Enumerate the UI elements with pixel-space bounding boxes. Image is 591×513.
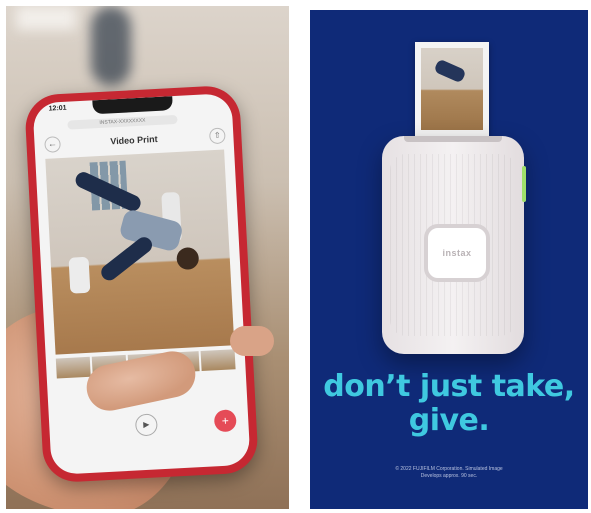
copyright: © 2022 FUJIFILM Corporation. Simulated I…	[310, 466, 588, 480]
background-person	[91, 6, 131, 86]
print-plus-icon[interactable]: +	[213, 409, 237, 433]
screen-title: Video Print	[110, 133, 158, 147]
device-label: INSTAX-XXXXXXXX	[67, 114, 178, 130]
tagline: don’t just take, give.	[310, 370, 588, 438]
instax-printer: instax	[382, 136, 526, 354]
instax-print	[415, 42, 489, 140]
tagline-line-1: don’t just take,	[323, 369, 575, 404]
dancer-legs-lower	[98, 233, 156, 284]
tagline-line-2: give.	[408, 403, 490, 438]
copyright-line-2: Develops approx. 90 sec.	[420, 473, 478, 479]
background-light	[16, 6, 76, 30]
printer-led	[522, 166, 526, 202]
printer-slot	[404, 136, 502, 142]
printer-button: instax	[424, 224, 490, 282]
video-preview[interactable]	[45, 149, 235, 355]
phone-photo-panel: 12:01 INSTAX-XXXXXXXX ← Video Print ⇧ ▶ …	[6, 6, 289, 509]
status-time: 12:01	[48, 104, 67, 113]
phone-screen: 12:01 INSTAX-XXXXXXXX ← Video Print ⇧ ▶ …	[32, 93, 251, 475]
dancer-head	[176, 246, 200, 271]
seated-person	[68, 256, 91, 294]
copyright-line-1: © 2022 FUJIFILM Corporation. Simulated I…	[395, 466, 503, 472]
print-photo	[421, 48, 483, 130]
finger	[230, 326, 274, 356]
smartphone: 12:01 INSTAX-XXXXXXXX ← Video Print ⇧ ▶ …	[23, 84, 260, 484]
phone-notch	[92, 96, 173, 115]
share-icon[interactable]: ⇧	[208, 127, 226, 145]
timeline-frame	[200, 349, 236, 371]
timeline-frame	[55, 356, 91, 379]
ad-panel: instax don’t just take, give. © 2022 FUJ…	[310, 10, 588, 509]
play-icon[interactable]: ▶	[134, 413, 158, 437]
